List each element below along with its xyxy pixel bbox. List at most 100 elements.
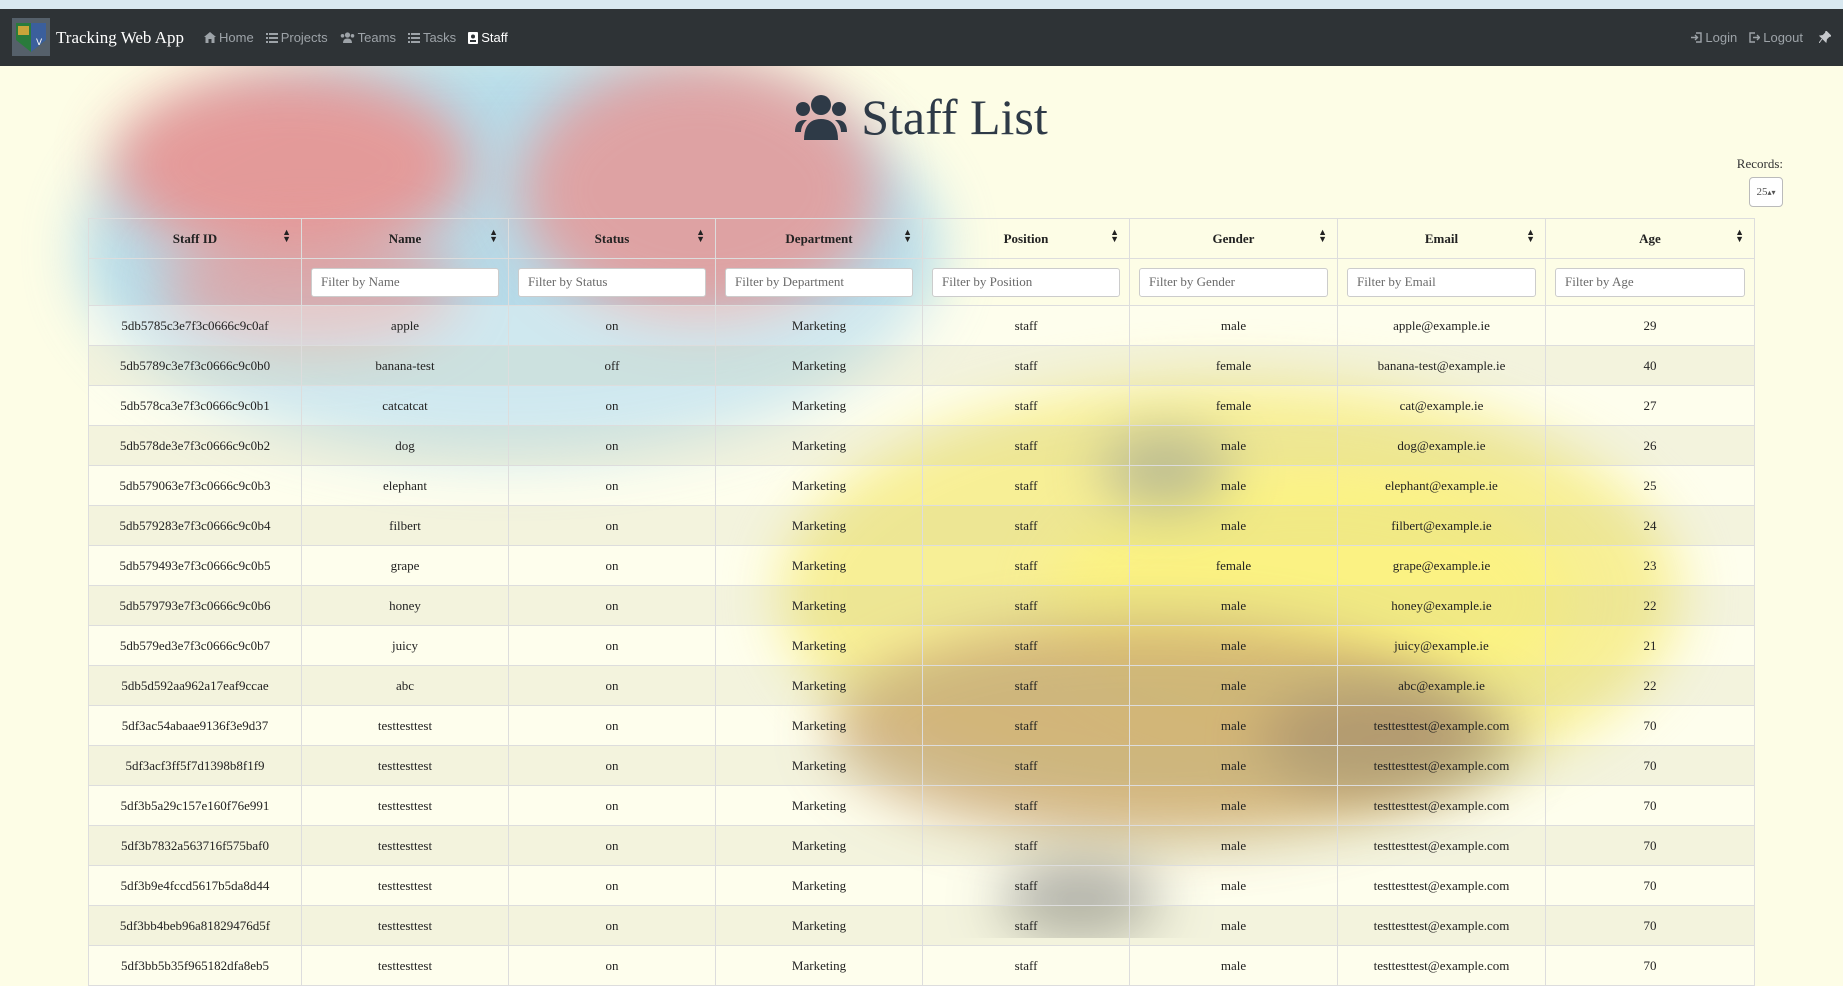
filter-status-input[interactable] (518, 267, 706, 297)
table-row[interactable]: 5db5789c3e7f3c0666c9c0b0 banana-test off Ma… (88, 345, 1755, 386)
cell-department: Marketing (715, 825, 923, 866)
cell-age: 70 (1545, 745, 1755, 786)
page-title: Staff List (0, 88, 1843, 146)
header-position[interactable]: Position ▲ ▼ (922, 218, 1130, 259)
header-gender[interactable]: Gender ▲ ▼ (1129, 218, 1338, 259)
table-row[interactable]: 5db579793e7f3c0666c9c0b6 honey on Marketing… (88, 585, 1755, 626)
cell-email: banana-test@example.ie (1337, 345, 1546, 386)
table-row[interactable]: 5df3b9e4fccd5617b5da8d44 testtesttest on Ma… (88, 865, 1755, 906)
filter-age-input[interactable] (1555, 267, 1745, 297)
nav-logout[interactable]: Logout (1743, 9, 1809, 66)
cell-email: elephant@example.ie (1337, 465, 1546, 506)
cell-staff-id: 5df3acf3ff5f7d1398b8f1f9 (88, 745, 302, 786)
header-age[interactable]: Age ▲ ▼ (1545, 218, 1755, 259)
header-row: Staff ID ▲ ▼ Name ▲ ▼ Status ▲ ▼ Department ▲ ▼ … (88, 218, 1755, 259)
cell-position: staff (922, 905, 1130, 946)
cell-gender: female (1129, 545, 1338, 586)
table-row[interactable]: 5df3acf3ff5f7d1398b8f1f9 testtesttest on Ma… (88, 745, 1755, 786)
table-row[interactable]: 5df3ac54abaae9136f3e9d37 testtesttest on Ma… (88, 705, 1755, 746)
nav-teams-label: Teams (357, 30, 396, 45)
cell-position: staff (922, 305, 1130, 346)
table-row[interactable]: 5df3b5a29c157e160f76e991 testtesttest on Ma… (88, 785, 1755, 826)
sort-icon[interactable]: ▲ ▼ (903, 228, 912, 244)
cell-gender: male (1129, 505, 1338, 546)
table-row[interactable]: 5db579283e7f3c0666c9c0b4 filbert on Marketi… (88, 505, 1755, 546)
cell-department: Marketing (715, 385, 923, 426)
table-row[interactable]: 5db579493e7f3c0666c9c0b5 grape on Marketing… (88, 545, 1755, 586)
sort-icon[interactable]: ▲ ▼ (489, 228, 498, 244)
sort-icon[interactable]: ▲ ▼ (696, 228, 705, 244)
sign-out-icon (1749, 32, 1761, 43)
table-row[interactable]: 5df3b7832a563716f575baf0 testtesttest on Ma… (88, 825, 1755, 866)
cell-department: Marketing (715, 465, 923, 506)
cell-age: 70 (1545, 705, 1755, 746)
header-status[interactable]: Status ▲ ▼ (508, 218, 716, 259)
nav-home[interactable]: Home (198, 9, 260, 66)
cell-staff-id: 5df3ac54abaae9136f3e9d37 (88, 705, 302, 746)
nav-home-label: Home (219, 30, 254, 45)
cell-name: testtesttest (301, 865, 509, 906)
nav-tasks[interactable]: Tasks (402, 9, 462, 66)
nav-staff[interactable]: Staff (462, 9, 514, 66)
table-row[interactable]: 5db579063e7f3c0666c9c0b3 elephant on Market… (88, 465, 1755, 506)
cell-department: Marketing (715, 665, 923, 706)
cell-name: grape (301, 545, 509, 586)
nav-projects[interactable]: Projects (260, 9, 334, 66)
filter-position-input[interactable] (932, 267, 1120, 297)
cell-email: testtesttest@example.com (1337, 865, 1546, 906)
app-title[interactable]: Tracking Web App (56, 9, 184, 66)
filter-email-input[interactable] (1347, 267, 1536, 297)
table-body: 5db5785c3e7f3c0666c9c0af apple on Marketing… (88, 305, 1755, 986)
nav-teams[interactable]: Teams (334, 9, 402, 66)
table-row[interactable]: 5df3bb4beb96a81829476d5f testtesttest on Ma… (88, 905, 1755, 946)
table-row[interactable]: 5db579ed3e7f3c0666c9c0b7 juicy on Marketing… (88, 625, 1755, 666)
cell-status: on (508, 665, 716, 706)
cell-gender: male (1129, 705, 1338, 746)
sort-icon[interactable]: ▲ ▼ (1735, 228, 1744, 244)
header-staff-id[interactable]: Staff ID ▲ ▼ (88, 218, 302, 259)
header-name[interactable]: Name ▲ ▼ (301, 218, 509, 259)
cell-position: staff (922, 745, 1130, 786)
cell-gender: male (1129, 625, 1338, 666)
filter-gender-input[interactable] (1139, 267, 1328, 297)
filter-row (88, 258, 1755, 306)
cell-department: Marketing (715, 425, 923, 466)
cell-name: testtesttest (301, 945, 509, 986)
nav-login[interactable]: Login (1685, 9, 1743, 66)
app-logo[interactable]: V (12, 18, 50, 56)
nav-projects-label: Projects (280, 30, 328, 45)
cell-status: on (508, 825, 716, 866)
filter-cell (508, 258, 716, 306)
cell-gender: male (1129, 865, 1338, 906)
cell-status: on (508, 905, 716, 946)
sort-icon[interactable]: ▲ ▼ (1110, 228, 1119, 244)
pin-icon[interactable] (1818, 30, 1832, 47)
cell-gender: male (1129, 305, 1338, 346)
header-department[interactable]: Department ▲ ▼ (715, 218, 923, 259)
table-row[interactable]: 5db578de3e7f3c0666c9c0b2 dog on Marketing st… (88, 425, 1755, 466)
cell-age: 23 (1545, 545, 1755, 586)
cell-gender: male (1129, 665, 1338, 706)
staff-table: Staff ID ▲ ▼ Name ▲ ▼ Status ▲ ▼ Department ▲ ▼ … (88, 218, 1755, 986)
filter-name-input[interactable] (311, 267, 499, 297)
filter-department-input[interactable] (725, 267, 913, 297)
table-row[interactable]: 5db5d592aa962a17eaf9ccae abc on Marketing st… (88, 665, 1755, 706)
table-row[interactable]: 5db5785c3e7f3c0666c9c0af apple on Marketing… (88, 305, 1755, 346)
cell-staff-id: 5db579283e7f3c0666c9c0b4 (88, 505, 302, 546)
cell-email: testtesttest@example.com (1337, 825, 1546, 866)
sort-icon[interactable]: ▲ ▼ (1318, 228, 1327, 244)
header-email[interactable]: Email ▲ ▼ (1337, 218, 1546, 259)
filter-cell (922, 258, 1130, 306)
table-row[interactable]: 5df3bb5b35f965182dfa8eb5 testtesttest on Ma… (88, 945, 1755, 986)
cell-name: juicy (301, 625, 509, 666)
cell-name: filbert (301, 505, 509, 546)
cell-status: on (508, 745, 716, 786)
records-select[interactable]: 25▴▾ (1749, 177, 1783, 207)
sort-icon[interactable]: ▲ ▼ (282, 228, 291, 244)
cell-age: 70 (1545, 945, 1755, 986)
cell-name: catcatcat (301, 385, 509, 426)
sort-icon[interactable]: ▲ ▼ (1526, 228, 1535, 244)
cell-status: on (508, 425, 716, 466)
header-label: Department (785, 230, 853, 246)
table-row[interactable]: 5db578ca3e7f3c0666c9c0b1 catcatcat on Marke… (88, 385, 1755, 426)
